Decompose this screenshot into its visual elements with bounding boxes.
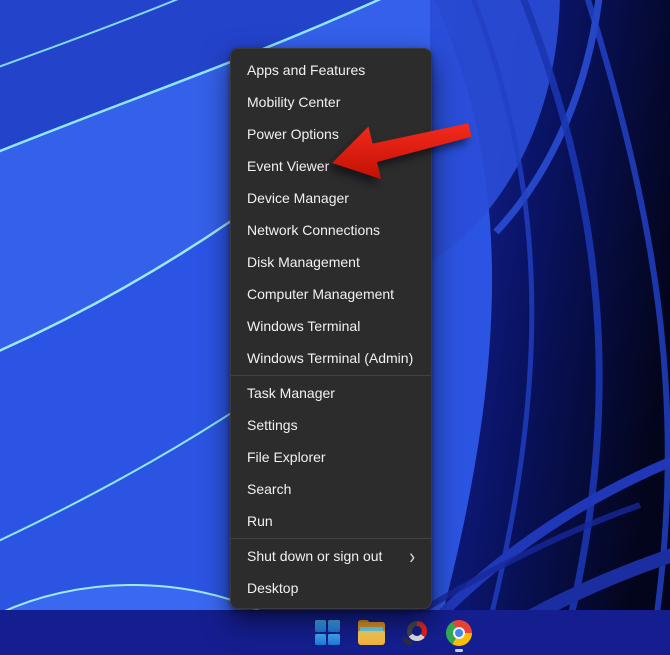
menu-item-file-explorer[interactable]: File Explorer (231, 441, 431, 473)
menu-item-mobility-center[interactable]: Mobility Center (231, 86, 431, 118)
menu-item-device-manager[interactable]: Device Manager (231, 182, 431, 214)
menu-item-label: Windows Terminal (247, 318, 361, 334)
chrome-button[interactable] (443, 613, 475, 653)
menu-item-label: Disk Management (247, 254, 360, 270)
start-button[interactable] (311, 613, 343, 653)
winx-menu: Apps and Features Mobility Center Power … (230, 48, 432, 609)
submenu-chevron-icon: › (409, 544, 415, 568)
menu-item-label: Power Options (247, 126, 339, 142)
menu-item-run[interactable]: Run (231, 505, 431, 537)
menu-item-settings[interactable]: Settings (231, 409, 431, 441)
menu-item-desktop[interactable]: Desktop (231, 572, 431, 604)
menu-item-label: Device Manager (247, 190, 349, 206)
menu-group-session: Shut down or sign out › Desktop (231, 540, 431, 604)
menu-item-label: Run (247, 513, 273, 529)
menu-item-label: Event Viewer (247, 158, 330, 174)
menu-item-label: Mobility Center (247, 94, 341, 110)
menu-item-apps-and-features[interactable]: Apps and Features (231, 54, 431, 86)
menu-item-label: Network Connections (247, 222, 381, 238)
menu-item-shut-down-or-sign-out[interactable]: Shut down or sign out › (231, 540, 431, 572)
menu-separator (231, 375, 431, 376)
file-explorer-icon (357, 619, 385, 645)
menu-item-label: File Explorer (247, 449, 326, 465)
running-indicator (455, 648, 463, 652)
file-explorer-button[interactable] (355, 613, 387, 653)
menu-item-network-connections[interactable]: Network Connections (231, 214, 431, 246)
menu-item-power-options[interactable]: Power Options (231, 118, 431, 150)
menu-item-windows-terminal[interactable]: Windows Terminal (231, 310, 431, 342)
menu-item-label: Desktop (247, 580, 299, 596)
taskbar-icons (311, 610, 475, 655)
desktop: Apps and Features Mobility Center Power … (0, 0, 670, 655)
menu-item-computer-management[interactable]: Computer Management (231, 278, 431, 310)
magnifier-app-button[interactable] (399, 613, 431, 653)
menu-item-label: Windows Terminal (Admin) (247, 350, 414, 366)
menu-item-label: Search (247, 481, 292, 497)
windows-start-icon (314, 620, 340, 645)
menu-group-system: Task Manager Settings File Explorer Sear… (231, 377, 431, 537)
taskbar (0, 610, 670, 655)
menu-item-label: Shut down or sign out (247, 548, 383, 564)
menu-item-label: Apps and Features (247, 62, 366, 78)
menu-item-task-manager[interactable]: Task Manager (231, 377, 431, 409)
menu-item-search[interactable]: Search (231, 473, 431, 505)
menu-item-windows-terminal-admin[interactable]: Windows Terminal (Admin) (231, 342, 431, 374)
menu-item-label: Computer Management (247, 286, 395, 302)
chrome-icon (446, 619, 472, 646)
menu-group-tools: Apps and Features Mobility Center Power … (231, 54, 431, 374)
menu-item-label: Settings (247, 417, 298, 433)
menu-item-label: Task Manager (247, 385, 335, 401)
magnifier-app-icon (401, 620, 428, 647)
menu-separator (231, 538, 431, 539)
menu-item-event-viewer[interactable]: Event Viewer (231, 150, 431, 182)
menu-item-disk-management[interactable]: Disk Management (231, 246, 431, 278)
